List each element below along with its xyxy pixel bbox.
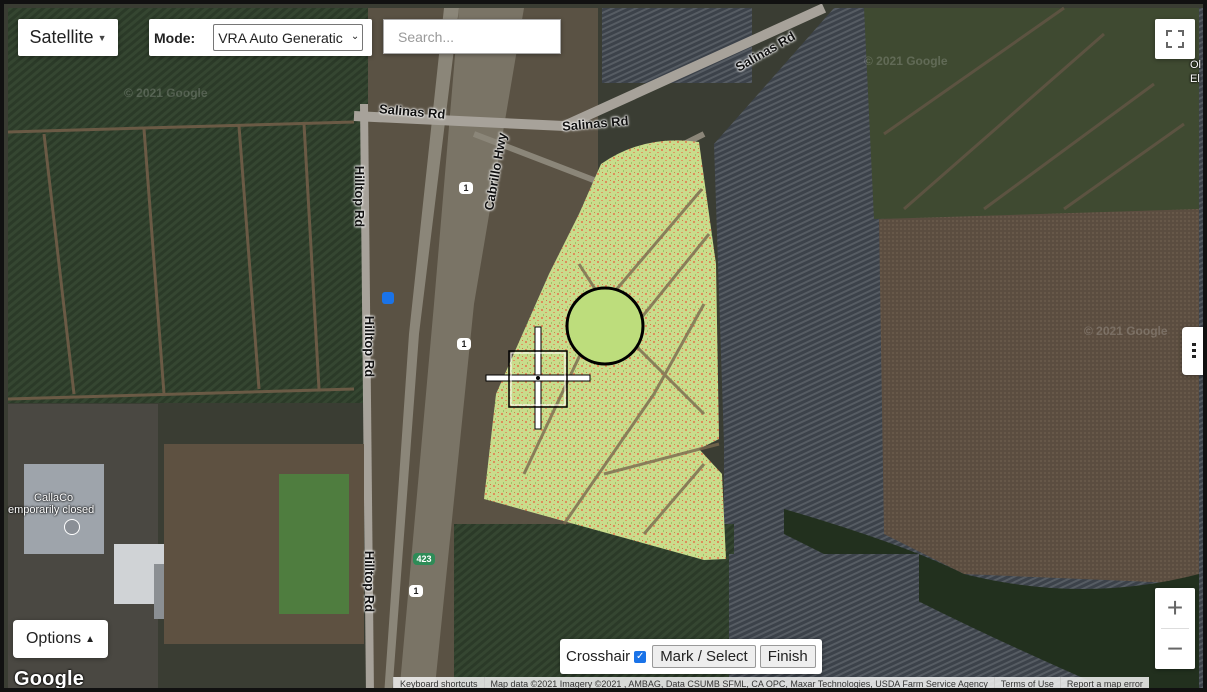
highway-shield: 1 xyxy=(459,182,473,194)
road-label-hilltop-rd: Hilltop Rd xyxy=(362,315,378,378)
road-label-hilltop-rd: Hilltop Rd xyxy=(362,550,378,613)
mark-select-button[interactable]: Mark / Select xyxy=(652,645,756,668)
action-bar: Crosshair ✓ Mark / Select Finish xyxy=(560,639,822,674)
vertical-dots-icon xyxy=(1192,343,1196,358)
fullscreen-icon xyxy=(1166,30,1184,48)
mode-control: Mode: VRA Auto Generatic ⌄ xyxy=(149,19,372,56)
watermark: © 2021 Google xyxy=(864,54,948,68)
search-placeholder: Search... xyxy=(398,28,455,45)
mode-select-value: VRA Auto Generatic xyxy=(218,29,343,46)
watermark: © 2021 Google xyxy=(1084,324,1168,338)
poi-status: emporarily closed xyxy=(8,504,95,516)
zoom-control: + − xyxy=(1155,588,1195,669)
caret-down-icon: ▼ xyxy=(97,32,107,43)
crosshair-label: Crosshair xyxy=(566,648,631,665)
map-attribution: Keyboard shortcuts Map data ©2021 Imager… xyxy=(393,677,1149,688)
options-label: Options xyxy=(25,630,82,647)
zoom-out-button[interactable]: − xyxy=(1155,629,1195,669)
satellite-imagery xyxy=(4,4,1203,688)
map-viewport[interactable]: © 2021 Google © 2021 Google © 2021 Googl… xyxy=(0,0,1207,692)
highway-shield: 1 xyxy=(457,338,471,350)
edge-label: El xyxy=(1190,73,1200,85)
side-panel-handle[interactable] xyxy=(1182,327,1203,375)
caret-up-icon: ▲ xyxy=(85,633,96,645)
report-error-link[interactable]: Report a map error xyxy=(1059,677,1149,688)
map-data-text: Map data ©2021 Imagery ©2021 , AMBAG, Da… xyxy=(483,677,994,688)
search-input[interactable]: Search... xyxy=(383,19,561,54)
finish-button[interactable]: Finish xyxy=(759,645,816,668)
chevron-down-icon: ⌄ xyxy=(348,31,360,42)
shop-icon[interactable] xyxy=(64,519,80,535)
zoom-in-button[interactable]: + xyxy=(1155,588,1195,628)
edge-label: Ol xyxy=(1190,59,1201,71)
options-button[interactable]: Options ▲ xyxy=(13,620,108,658)
poi-name[interactable]: CallaCo xyxy=(34,492,73,504)
terms-link[interactable]: Terms of Use xyxy=(993,677,1060,688)
mode-label: Mode: xyxy=(154,29,196,46)
bus-stop-icon[interactable] xyxy=(382,292,394,304)
crosshair-checkbox[interactable]: ✓ xyxy=(634,650,647,663)
keyboard-shortcuts-link[interactable]: Keyboard shortcuts xyxy=(393,677,484,688)
highway-shield: 1 xyxy=(409,585,423,597)
watermark: © 2021 Google xyxy=(124,86,208,100)
highway-shield: 423 xyxy=(413,553,435,565)
mode-select[interactable]: VRA Auto Generatic ⌄ xyxy=(213,24,364,51)
google-logo[interactable]: Google xyxy=(14,668,84,688)
selection-circle-marker xyxy=(565,286,645,366)
map-type-button[interactable]: Satellite ▼ xyxy=(18,19,118,56)
map-type-label: Satellite xyxy=(29,27,94,47)
road-label-hilltop-rd: Hilltop Rd xyxy=(352,165,368,228)
fullscreen-button[interactable] xyxy=(1155,19,1195,59)
